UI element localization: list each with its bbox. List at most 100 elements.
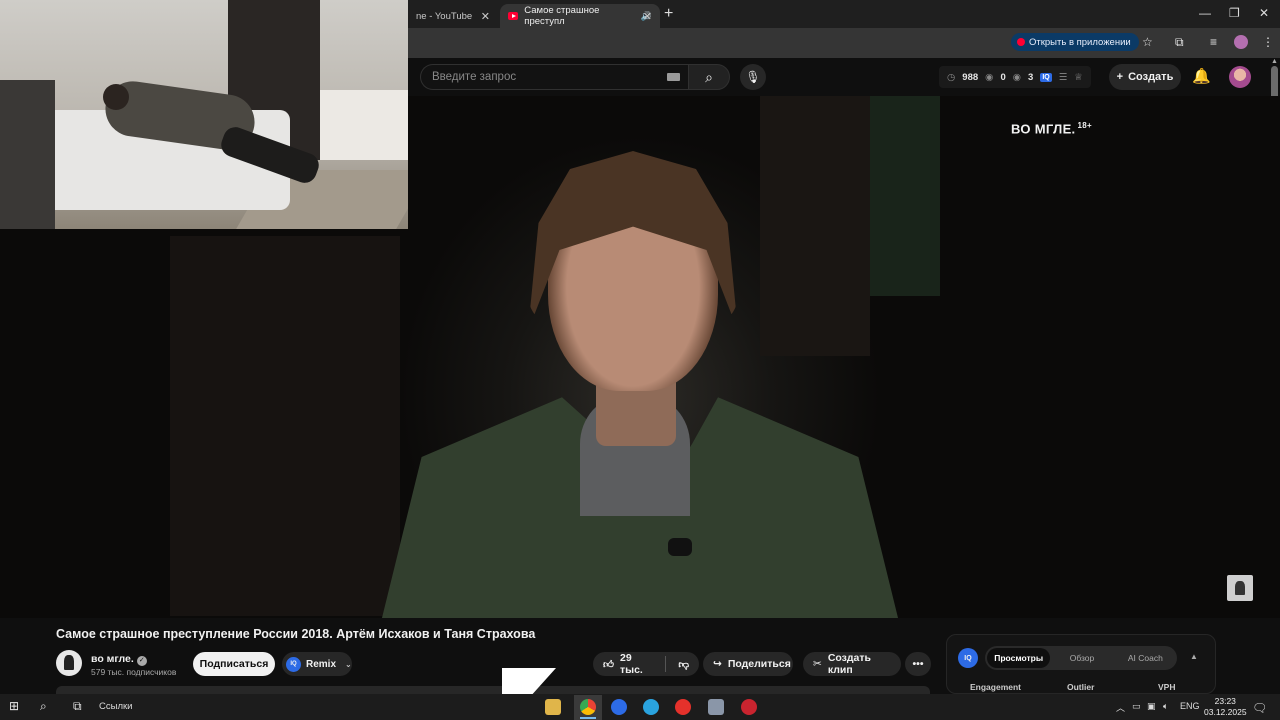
more-actions-button[interactable]: ••• <box>905 652 931 676</box>
more-dots-icon: ••• <box>912 658 924 670</box>
column-vph: VPH <box>1158 682 1176 692</box>
scissors-icon: ✂ <box>813 658 822 670</box>
language-indicator[interactable]: ENG <box>1180 701 1200 711</box>
obs-recorder-icon[interactable] <box>741 699 757 715</box>
tab-title: ne - YouTube <box>416 10 473 22</box>
tab-ai-coach[interactable]: AI Coach <box>1114 653 1177 663</box>
system-clock[interactable]: 23:23 03.12.2025 <box>1204 696 1247 718</box>
youtube-favicon-icon <box>508 12 519 20</box>
clock-icon: ◷ <box>947 71 956 83</box>
voice-search-button[interactable]: 🎙 <box>740 64 766 90</box>
tab-overview[interactable]: Обзор <box>1050 653 1113 663</box>
create-label: Создать <box>1128 71 1174 83</box>
remix-button[interactable]: IQ Remix ⌄ <box>282 652 352 676</box>
description-box[interactable] <box>56 686 930 694</box>
webcam-person-head <box>103 84 129 110</box>
webcam-chair <box>0 80 55 229</box>
app-window-icon[interactable] <box>708 699 724 715</box>
links-toolbar[interactable]: Ссылки <box>99 701 132 712</box>
background-wall <box>760 96 870 356</box>
analytics-tabs: Просмотры Обзор AI Coach <box>985 646 1177 670</box>
share-button[interactable]: ↪ Поделиться <box>703 652 793 676</box>
create-clip-button[interactable]: ✂ Создать клип <box>803 652 901 676</box>
extension-stats-bar: ◷ 988 ◉ 0 ◉ 3 IQ ☰ ♕ <box>939 66 1091 88</box>
bookmark-star-icon[interactable]: ☆ <box>1142 35 1153 49</box>
column-engagement: Engagement <box>970 682 1022 692</box>
tab-views[interactable]: Просмотры <box>987 648 1051 668</box>
notifications-icon[interactable]: 🗨︎ <box>1252 701 1267 715</box>
plus-icon: + <box>1116 71 1124 83</box>
lavalier-mic <box>668 538 692 556</box>
divider <box>665 656 667 672</box>
volume-icon[interactable]: 🔈︎ <box>1163 701 1168 712</box>
new-tab-plus-icon[interactable]: + <box>664 5 673 23</box>
minimize-icon[interactable]: — <box>1199 6 1211 20</box>
search-icon: ⌕ <box>705 68 713 85</box>
browser-profile-avatar[interactable] <box>1234 35 1248 49</box>
background-green-panel <box>870 96 940 296</box>
task-view-icon[interactable]: ⧉ <box>73 699 82 714</box>
keyboard-icon[interactable] <box>667 73 680 81</box>
background-shelf <box>170 236 400 616</box>
subscriber-count: 579 тыс. подписчиков <box>91 667 177 677</box>
search-icon[interactable]: ⌕ <box>40 699 47 714</box>
channel-branding-logo[interactable] <box>1227 575 1253 601</box>
search-input[interactable]: Введите запрос <box>420 64 688 90</box>
youtube-icon <box>1017 38 1025 46</box>
collapse-caret-icon[interactable]: ▲ <box>1190 652 1198 661</box>
create-button[interactable]: + Создать <box>1109 64 1181 90</box>
share-label: Поделиться <box>727 658 791 670</box>
search-button[interactable]: ⌕ <box>688 64 730 90</box>
like-count[interactable]: 29 тыс. <box>620 652 653 676</box>
channel-name-text[interactable]: во мгле. <box>91 653 134 665</box>
share-arrow-icon: ↪ <box>713 658 722 670</box>
eye-icon: ◉ <box>985 71 994 83</box>
youtube-account-avatar[interactable] <box>1229 66 1251 88</box>
tray-expand-icon[interactable]: ︿ <box>1116 701 1125 714</box>
age-rating: 18+ <box>1077 121 1092 130</box>
telegram-icon[interactable] <box>643 699 659 715</box>
thumbs-down-icon[interactable]: 👎︎ <box>678 658 689 671</box>
vpn-app-icon[interactable] <box>611 699 627 715</box>
subscribe-button[interactable]: Подписаться <box>193 652 275 676</box>
close-window-icon[interactable]: ✕ <box>1259 6 1269 20</box>
channel-name[interactable]: во мгле. ✓ <box>91 653 147 666</box>
browser-menu-icon[interactable]: ⋮ <box>1262 35 1274 49</box>
chevron-down-icon[interactable]: ⌄ <box>345 660 352 669</box>
windows-start-icon[interactable]: ⊞ <box>9 699 19 713</box>
thumbs-up-icon[interactable]: 👍︎ <box>603 658 614 671</box>
video-title: Самое страшное преступление России 2018.… <box>56 627 536 641</box>
close-tab-icon[interactable]: ✕ <box>481 10 490 23</box>
chrome-icon[interactable] <box>580 699 596 715</box>
iq-icon: IQ <box>286 656 301 672</box>
open-in-app-label: Открыть в приложении <box>1029 36 1131 48</box>
active-indicator <box>580 717 596 719</box>
trophy-icon[interactable]: ♕ <box>1074 72 1083 83</box>
restore-icon[interactable]: ❐ <box>1229 6 1240 20</box>
remix-label: Remix <box>306 658 337 670</box>
tab-youtube-home[interactable]: ne - YouTube ✕ <box>408 4 498 28</box>
tray-app-icon[interactable]: ▭ <box>1132 701 1141 712</box>
file-explorer-icon[interactable] <box>545 699 561 715</box>
channel-watermark: ВО МГЛЕ. 18+ <box>1011 121 1092 136</box>
network-icon[interactable]: ▣ <box>1147 701 1156 712</box>
media-queue-icon[interactable]: ≡ <box>1210 35 1217 49</box>
open-in-app-button[interactable]: Открыть в приложении <box>1011 33 1139 51</box>
verified-icon: ✓ <box>136 656 147 666</box>
iq-badge[interactable]: IQ <box>1040 72 1052 82</box>
tab-current-video[interactable]: Самое страшное преступл 🔊 ✕ <box>500 4 660 28</box>
close-tab-icon[interactable]: ✕ <box>643 10 652 23</box>
windows-taskbar <box>0 694 1280 720</box>
yandex-browser-icon[interactable] <box>675 699 691 715</box>
scroll-up-arrow-icon[interactable]: ▲ <box>1271 58 1278 65</box>
iq-logo-icon: IQ <box>958 648 978 668</box>
tab-title: Самое страшное преступл <box>524 5 600 27</box>
microphone-icon: 🎙 <box>745 70 761 84</box>
extensions-icon[interactable]: ⧉ <box>1175 35 1184 50</box>
likes-count: 0 <box>1000 71 1006 83</box>
webcam-overlay <box>0 0 408 229</box>
notifications-bell-icon[interactable]: 🔔 <box>1192 67 1211 85</box>
clip-label: Создать клип <box>827 652 871 676</box>
list-icon[interactable]: ☰ <box>1059 72 1068 83</box>
channel-avatar[interactable] <box>56 650 82 676</box>
